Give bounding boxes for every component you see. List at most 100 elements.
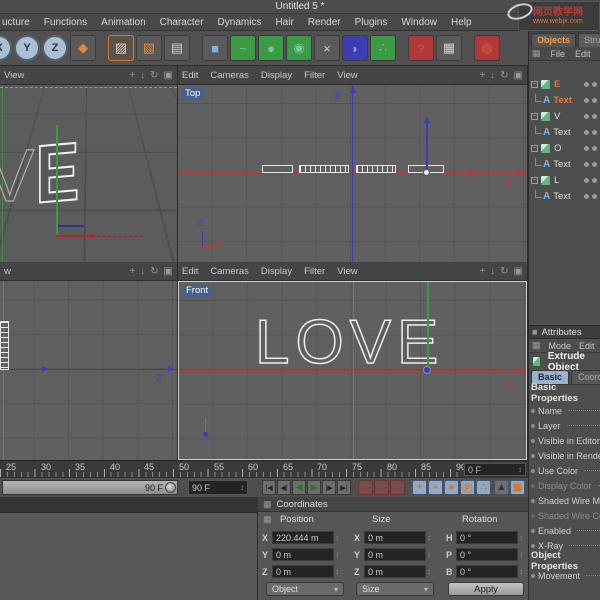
end-frame-field[interactable]: 0 F ↕ (464, 463, 526, 476)
attr-row-shaded-wire-mode[interactable]: Shaded Wire Mod (529, 493, 600, 508)
viewport-side[interactable]: w + ↓ ↻ ▣ Z (0, 262, 178, 460)
menu-edit[interactable]: Edit (575, 49, 591, 59)
tree-row-o-text[interactable]: A Text (529, 157, 571, 172)
help-icon[interactable]: ? (408, 35, 434, 61)
rotation-p-field[interactable]: 0 ° (456, 548, 518, 561)
tree-row-v[interactable]: - V (529, 109, 560, 124)
rotate-view-icon[interactable]: ↻ (150, 70, 158, 81)
content-browser-icon[interactable]: ◍ (474, 35, 500, 61)
axis-z-lock-button[interactable]: Z (42, 35, 68, 61)
size-z-field[interactable]: 0 m (364, 565, 426, 578)
visibility-dot[interactable] (592, 82, 597, 87)
axis-x-lock-button[interactable]: X (0, 35, 12, 61)
pan-view-icon[interactable]: + (479, 266, 485, 277)
anim-dot-icon[interactable] (531, 544, 535, 548)
record-keyframe-button[interactable]: ● (358, 480, 373, 495)
record-options-button[interactable]: ? (390, 480, 405, 495)
render-settings-icon[interactable]: ▤ (164, 35, 190, 61)
menu-filter[interactable]: Filter (304, 70, 325, 81)
panel-grip-icon[interactable]: ▦ (263, 514, 272, 525)
love-text-object[interactable]: LOVE (255, 316, 444, 370)
pan-view-icon[interactable]: + (479, 70, 485, 81)
apply-button[interactable]: Apply (448, 582, 524, 596)
panel-grip-icon[interactable]: ▦ (532, 48, 541, 59)
tree-row-e[interactable]: - E (529, 77, 560, 92)
visibility-dot[interactable] (584, 82, 589, 87)
scrubber-knob[interactable] (165, 482, 176, 493)
layout-toggle[interactable]: ▦ (510, 480, 525, 495)
menu-window[interactable]: Window (401, 17, 437, 28)
zoom-view-icon[interactable]: ↓ (140, 70, 145, 81)
maximize-view-icon[interactable]: ▣ (164, 266, 173, 277)
anim-dot-icon[interactable] (531, 424, 535, 428)
size-x-field[interactable]: 0 m (364, 531, 426, 544)
visibility-dot[interactable] (584, 194, 589, 199)
letter-l-top[interactable] (262, 165, 293, 173)
tree-row-l-text[interactable]: A Text (529, 189, 571, 204)
rotate-view-icon[interactable]: ↻ (500, 266, 508, 277)
maximize-view-icon[interactable]: ▣ (514, 70, 523, 81)
menu-plugins[interactable]: Plugins (355, 17, 388, 28)
tree-row-l[interactable]: - L (529, 173, 559, 188)
tree-row-v-text[interactable]: A Text (529, 125, 571, 140)
object-origin-handle[interactable] (423, 169, 430, 176)
zoom-view-icon[interactable]: ↓ (490, 70, 495, 81)
attr-row-use-color[interactable]: Use Color (529, 463, 600, 478)
key-parameter-toggle[interactable]: Ⓟ (460, 480, 475, 495)
key-scale-toggle[interactable]: ▪ (428, 480, 443, 495)
menu-view[interactable]: View (337, 266, 357, 277)
add-modeling-icon[interactable]: ◉ (286, 35, 312, 61)
visibility-dot[interactable] (592, 162, 597, 167)
expand-toggle-icon[interactable]: - (531, 145, 538, 152)
menu-cameras[interactable]: Cameras (210, 266, 249, 277)
letters-edge-view[interactable] (0, 321, 9, 370)
spinner-icon[interactable]: ↕ (335, 550, 339, 559)
key-position-toggle[interactable]: + (412, 480, 427, 495)
letter-v-top[interactable] (356, 165, 396, 173)
menu-file[interactable]: File (551, 49, 566, 59)
tab-objects[interactable]: Objects (531, 33, 576, 47)
anim-dot-icon[interactable] (531, 529, 535, 533)
menu-view[interactable]: View (4, 70, 24, 81)
expand-toggle-icon[interactable]: - (531, 81, 538, 88)
menu-display[interactable]: Display (261, 266, 292, 277)
menu-character[interactable]: Character (160, 17, 204, 28)
object-y-axis[interactable] (56, 125, 58, 237)
tab-structure[interactable]: Struc (578, 33, 600, 47)
spinner-icon[interactable]: ↕ (335, 567, 339, 576)
visibility-dot[interactable] (592, 146, 597, 151)
attr-row-visible-editor[interactable]: Visible in Editor (529, 433, 600, 448)
spinner-icon[interactable]: ↕ (519, 533, 523, 542)
object-x-axis[interactable] (56, 235, 90, 237)
attr-row-name[interactable]: Name (529, 403, 600, 418)
anim-dot-icon[interactable] (531, 409, 535, 413)
panel-grip-icon[interactable]: ▦ (532, 340, 541, 351)
add-nurbs-icon[interactable]: ● (258, 35, 284, 61)
attr-row-visible-render[interactable]: Visible in Render (529, 448, 600, 463)
pan-view-icon[interactable]: + (129, 70, 135, 81)
play-forward-button[interactable]: ▶ (307, 480, 321, 495)
menu-cameras[interactable]: Cameras (210, 70, 249, 81)
anim-dot-icon[interactable] (531, 499, 535, 503)
prev-key-button[interactable]: ◀| (277, 480, 291, 495)
spinner-icon[interactable]: ↕ (519, 567, 523, 576)
visibility-dot[interactable] (584, 162, 589, 167)
menu-edit[interactable]: Edit (182, 70, 198, 81)
materials-bar[interactable] (0, 497, 258, 513)
menu-hair[interactable]: Hair (275, 17, 293, 28)
add-particles-icon[interactable]: ∴ (370, 35, 396, 61)
anim-dot-icon[interactable] (531, 454, 535, 458)
attr-row-enabled[interactable]: Enabled (529, 523, 600, 538)
letter-v-object[interactable]: V (0, 133, 34, 218)
expand-toggle-icon[interactable]: - (531, 113, 538, 120)
add-deformer-icon[interactable]: × (314, 35, 340, 61)
perspective-scene[interactable]: V E (0, 85, 177, 262)
tree-row-o[interactable]: - O (529, 141, 561, 156)
side-scene[interactable]: Z (0, 281, 177, 460)
tree-row-e-text[interactable]: A Text (529, 93, 572, 108)
menu-edit[interactable]: Edit (182, 266, 198, 277)
viewport-front[interactable]: Edit Cameras Display Filter View + ↓ ↻ ▣… (178, 262, 528, 460)
menu-view[interactable]: View (337, 70, 357, 81)
menu-render[interactable]: Render (308, 17, 341, 28)
object-origin-handle[interactable] (423, 366, 431, 374)
